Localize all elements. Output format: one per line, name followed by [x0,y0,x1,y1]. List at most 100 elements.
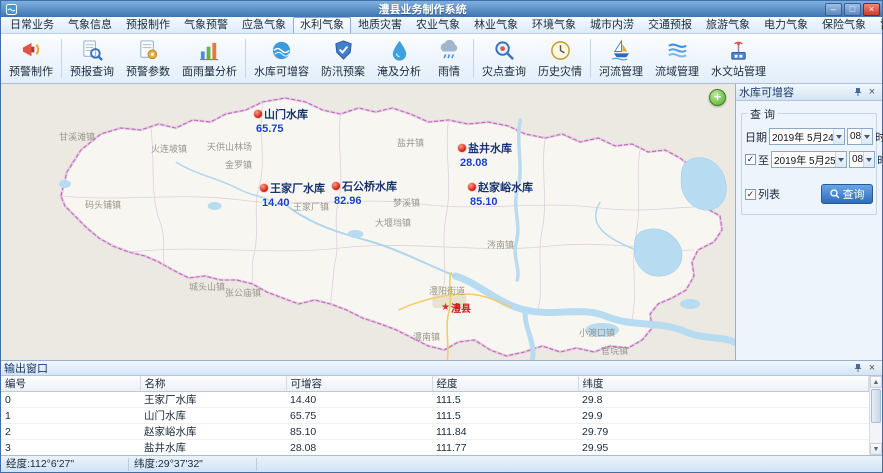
menu-item-旅游气象[interactable]: 旅游气象 [699,17,757,33]
panel-title: 水库可增容 [739,84,851,100]
toolbar-button-水库可增容[interactable]: 水库可增容 [248,35,315,82]
toolbar-separator [61,39,62,78]
column-header-可增容[interactable]: 可增容 [286,376,432,392]
hour-to-select[interactable]: 08 [849,151,875,168]
date-from-row: 日期 2019年 5月24日 08 时 [745,128,873,145]
hour-from-select[interactable]: 08 [847,128,873,145]
table-row[interactable]: 1山门水库65.75111.529.9 [1,408,869,424]
maximize-button[interactable]: □ [844,3,861,16]
menu-item-农业气象[interactable]: 农业气象 [409,17,467,33]
table-row[interactable]: 2赵家峪水库85.10111.8429.79 [1,424,869,440]
title-bar[interactable]: 澧县业务制作系统 – □ × [1,1,882,17]
output-body: 编号名称可增容经度纬度 0王家厂水库14.40111.529.81山门水库65.… [1,376,882,455]
column-header-编号[interactable]: 编号 [1,376,140,392]
menu-item-环境气象[interactable]: 环境气象 [525,17,583,33]
list-checkbox[interactable]: ✓ [745,189,756,200]
toolbar-label: 流域管理 [655,63,699,79]
to-checkbox[interactable]: ✓ [745,154,756,165]
county-map[interactable] [1,84,735,360]
town-label: 官垸镇 [601,344,628,357]
table-row[interactable]: 0王家厂水库14.40111.529.8 [1,392,869,408]
scroll-up-icon[interactable]: ▲ [870,376,882,388]
reservoir-marker-石公桥水库[interactable]: 石公桥水库82.96 [332,178,397,207]
menu-item-应急气象[interactable]: 应急气象 [235,17,293,33]
table-cell: 111.84 [432,424,578,440]
reservoir-name: 赵家峪水库 [478,179,533,195]
column-header-纬度[interactable]: 纬度 [578,376,869,392]
table-row[interactable]: 3盐井水库28.08111.7729.95 [1,440,869,456]
close-icon[interactable]: × [865,361,879,375]
table-cell: 65.75 [286,408,432,424]
close-button[interactable]: × [863,3,880,16]
menu-item-雷电预报[interactable]: 雷电预报 [873,17,883,33]
pin-icon[interactable] [851,85,865,99]
toolbar-separator [590,39,591,78]
column-header-经度[interactable]: 经度 [432,376,578,392]
minimize-button[interactable]: – [825,3,842,16]
scroll-down-icon[interactable]: ▼ [870,443,882,455]
toolbar-button-流域管理[interactable]: 流域管理 [649,35,705,82]
toolbar-button-水文站管理[interactable]: 水文站管理 [705,35,772,82]
toolbar-button-历史灾情[interactable]: 历史灾情 [532,35,588,82]
table-cell: 28.08 [286,440,432,456]
reservoir-marker-盐井水库[interactable]: 盐井水库28.08 [458,140,512,169]
toolbar-button-预报查询[interactable]: 预报查询 [64,35,120,82]
marker-dot-icon [332,182,340,190]
pin-icon[interactable] [851,361,865,375]
list-query-row: ✓ 列表 查询 [745,184,873,204]
date-label: 日期 [745,129,767,145]
toolbar-button-预警制作[interactable]: 预警制作 [3,35,59,82]
reservoir-name: 石公桥水库 [342,178,397,194]
menu-item-地质灾害[interactable]: 地质灾害 [351,17,409,33]
toolbar-button-雨情[interactable]: 雨情 [427,35,471,82]
toolbar: 预警制作预报查询预警参数面雨量分析水库可增容防汛预案淹及分析雨情灾点查询历史灾情… [1,34,882,84]
toolbar-button-河流管理[interactable]: 河流管理 [593,35,649,82]
map-add-button[interactable]: + [709,89,726,106]
menu-item-预报制作[interactable]: 预报制作 [119,17,177,33]
toolbar-label: 河流管理 [599,63,643,79]
menu-item-日常业务[interactable]: 日常业务 [3,17,61,33]
toolbar-button-面雨量分析[interactable]: 面雨量分析 [176,35,243,82]
reservoir-marker-山门水库[interactable]: 山门水库65.75 [254,106,308,135]
town-label: 天供山林场 [207,140,252,153]
query-button[interactable]: 查询 [821,184,873,204]
menu-item-保险气象[interactable]: 保险气象 [815,17,873,33]
scrollbar-thumb[interactable] [871,389,881,423]
toolbar-button-灾点查询[interactable]: 灾点查询 [476,35,532,82]
date-from-select[interactable]: 2019年 5月24日 [769,128,845,145]
column-header-名称[interactable]: 名称 [140,376,286,392]
table-cell: 29.95 [578,440,869,456]
date-to-select[interactable]: 2019年 5月25日 [771,151,847,168]
hydro-station-icon [727,39,750,62]
query-groupbox: 查 询 日期 2019年 5月24日 08 时 [741,113,877,215]
scrollbar[interactable]: ▲ ▼ [869,376,882,455]
town-label: 涔南镇 [487,238,514,251]
close-icon[interactable]: × [865,85,879,99]
toolbar-button-防汛预案[interactable]: 防汛预案 [315,35,371,82]
menu-item-气象信息[interactable]: 气象信息 [61,17,119,33]
table-cell: 111.77 [432,440,578,456]
toolbar-button-淹及分析[interactable]: 淹及分析 [371,35,427,82]
table-cell: 29.79 [578,424,869,440]
menu-item-林业气象[interactable]: 林业气象 [467,17,525,33]
menu-item-水利气象[interactable]: 水利气象 [293,17,351,33]
hour-to-value: 08 [852,154,863,165]
map-view[interactable]: 甘溪滩镇火连坡镇天供山林场金罗镇盐井镇码头铺镇王家厂镇梦溪镇大堰垱镇涔南镇城头山… [1,84,736,360]
town-label: 码头铺镇 [85,198,121,211]
menu-item-电力气象[interactable]: 电力气象 [757,17,815,33]
star-icon: ★ [441,302,450,313]
chevron-down-icon [835,152,846,167]
reservoir-marker-王家厂水库[interactable]: 王家厂水库14.40 [260,180,325,209]
town-label: 金罗镇 [225,158,252,171]
forecast-search-icon [81,39,104,62]
toolbar-button-预警参数[interactable]: 预警参数 [120,35,176,82]
output-window: 输出窗口 × 编号名称可增容经度纬度 0王家厂水库14.40111.529.81… [1,360,882,455]
marker-dot-icon [260,184,268,192]
window-controls: – □ × [825,3,880,16]
toolbar-label: 雨情 [438,63,460,79]
menu-item-气象预警[interactable]: 气象预警 [177,17,235,33]
menu-item-交通预报[interactable]: 交通预报 [641,17,699,33]
reservoir-marker-赵家峪水库[interactable]: 赵家峪水库85.10 [468,179,533,208]
menu-item-城市内涝[interactable]: 城市内涝 [583,17,641,33]
toolbar-label: 预警制作 [9,63,53,79]
